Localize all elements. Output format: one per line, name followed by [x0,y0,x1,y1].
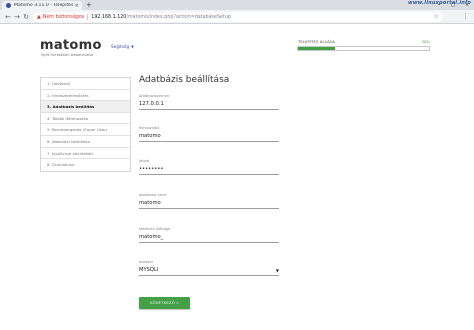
adapter-selected-value: MYSQLI [139,267,159,273]
dropdown-arrow-icon: ▼ [275,268,279,273]
matomo-logo: matomo [40,38,102,53]
step-item: 4. Táblák létrehozása [41,113,130,125]
progress-bar [297,46,430,51]
logo-tagline: Nyílt forráskódú webanalitika [41,53,94,57]
reload-button[interactable]: ↻ [21,12,31,22]
step-item: 7. JavaScript követőkód [41,148,130,160]
omnibox-divider [87,14,89,20]
db-name-label: adatbázis neve [139,193,167,197]
new-tab-button[interactable]: + [86,1,92,9]
matomo-favicon-icon [6,3,11,8]
db-password-label: Jelszó [139,159,150,163]
browser-toolbar: ← → ↻ ▲ Nem biztonságos 192.168.1.120 /m… [0,10,474,24]
db-user-field: felhasználó matomo [139,126,279,142]
address-bar[interactable]: ▲ Nem biztonságos 192.168.1.120 /matomo/… [33,12,443,22]
url-host: 192.168.1.120 [91,14,127,20]
adapter-field: adapter MYSQLI ▼ [139,260,279,276]
browser-tab[interactable]: Matomo 3.11.0 - Telepítés × [2,1,82,10]
url-path: /matomo/index.php?action=databaseSetup [126,14,231,20]
browser-titlebar: Matomo 3.11.0 - Telepítés × + – □ × www.… [0,0,474,10]
caret-down-icon: ▼ [131,45,134,49]
step-item: 3. Adatbázis beállítás [41,101,130,113]
progress-percent: 28% [422,40,430,44]
bookmark-star-icon[interactable]: ☆ [434,13,439,20]
next-button[interactable]: KÖVETKEZŐ » [139,297,190,309]
db-server-field: Adatbázisszerver 127.0.0.1 [139,94,279,110]
browser-menu-icon[interactable]: ⋮ [462,13,469,20]
help-dropdown[interactable]: Segítség ▼ [111,44,134,49]
watermark: www.linuxportal.info [408,0,471,6]
db-password-field: Jelszó •••••••• [139,159,279,175]
installation-steps: 1. Üdvözlet! 2. rendszerellenőrzés 3. Adat… [40,77,131,172]
db-password-input[interactable]: •••••••• [139,166,279,175]
help-label: Segítség [111,44,130,49]
adapter-label: adapter [139,260,154,264]
db-server-input[interactable]: 127.0.0.1 [139,101,279,110]
step-item: 8. Gratulálunk [47,162,75,168]
db-name-input[interactable]: matomo [139,200,279,209]
step-item: 1. Üdvözlet! [41,78,130,90]
step-item: 6. Weboldal beállítása [41,136,130,148]
step-item: 5. Rendszergazda (Super User) [41,124,130,136]
page-title: Adatbázis beállítása [139,75,230,85]
page-content: matomo Nyílt forráskódú webanalitika Seg… [0,25,474,330]
db-server-label: Adatbázisszerver [139,94,170,98]
progress-bar-fill [298,47,335,50]
adapter-select[interactable]: MYSQLI ▼ [139,267,279,276]
tab-title: Matomo 3.11.0 - Telepítés [14,3,74,8]
progress-label: TELEPÍTÉS ÁLLÁSA [298,40,335,44]
security-warning[interactable]: Nem biztonságos [43,15,84,20]
warning-triangle-icon: ▲ [37,14,41,20]
db-name-field: adatbázis neve matomo [139,193,279,209]
db-user-label: felhasználó [139,126,160,130]
db-user-input[interactable]: matomo [139,133,279,142]
table-prefix-field: táblanév előtagja matomo_ [139,227,279,243]
step-item: 2. rendszerellenőrzés [41,90,130,102]
table-prefix-label: táblanév előtagja [139,227,171,231]
close-tab-icon[interactable]: × [75,3,79,9]
table-prefix-input[interactable]: matomo_ [139,234,279,243]
